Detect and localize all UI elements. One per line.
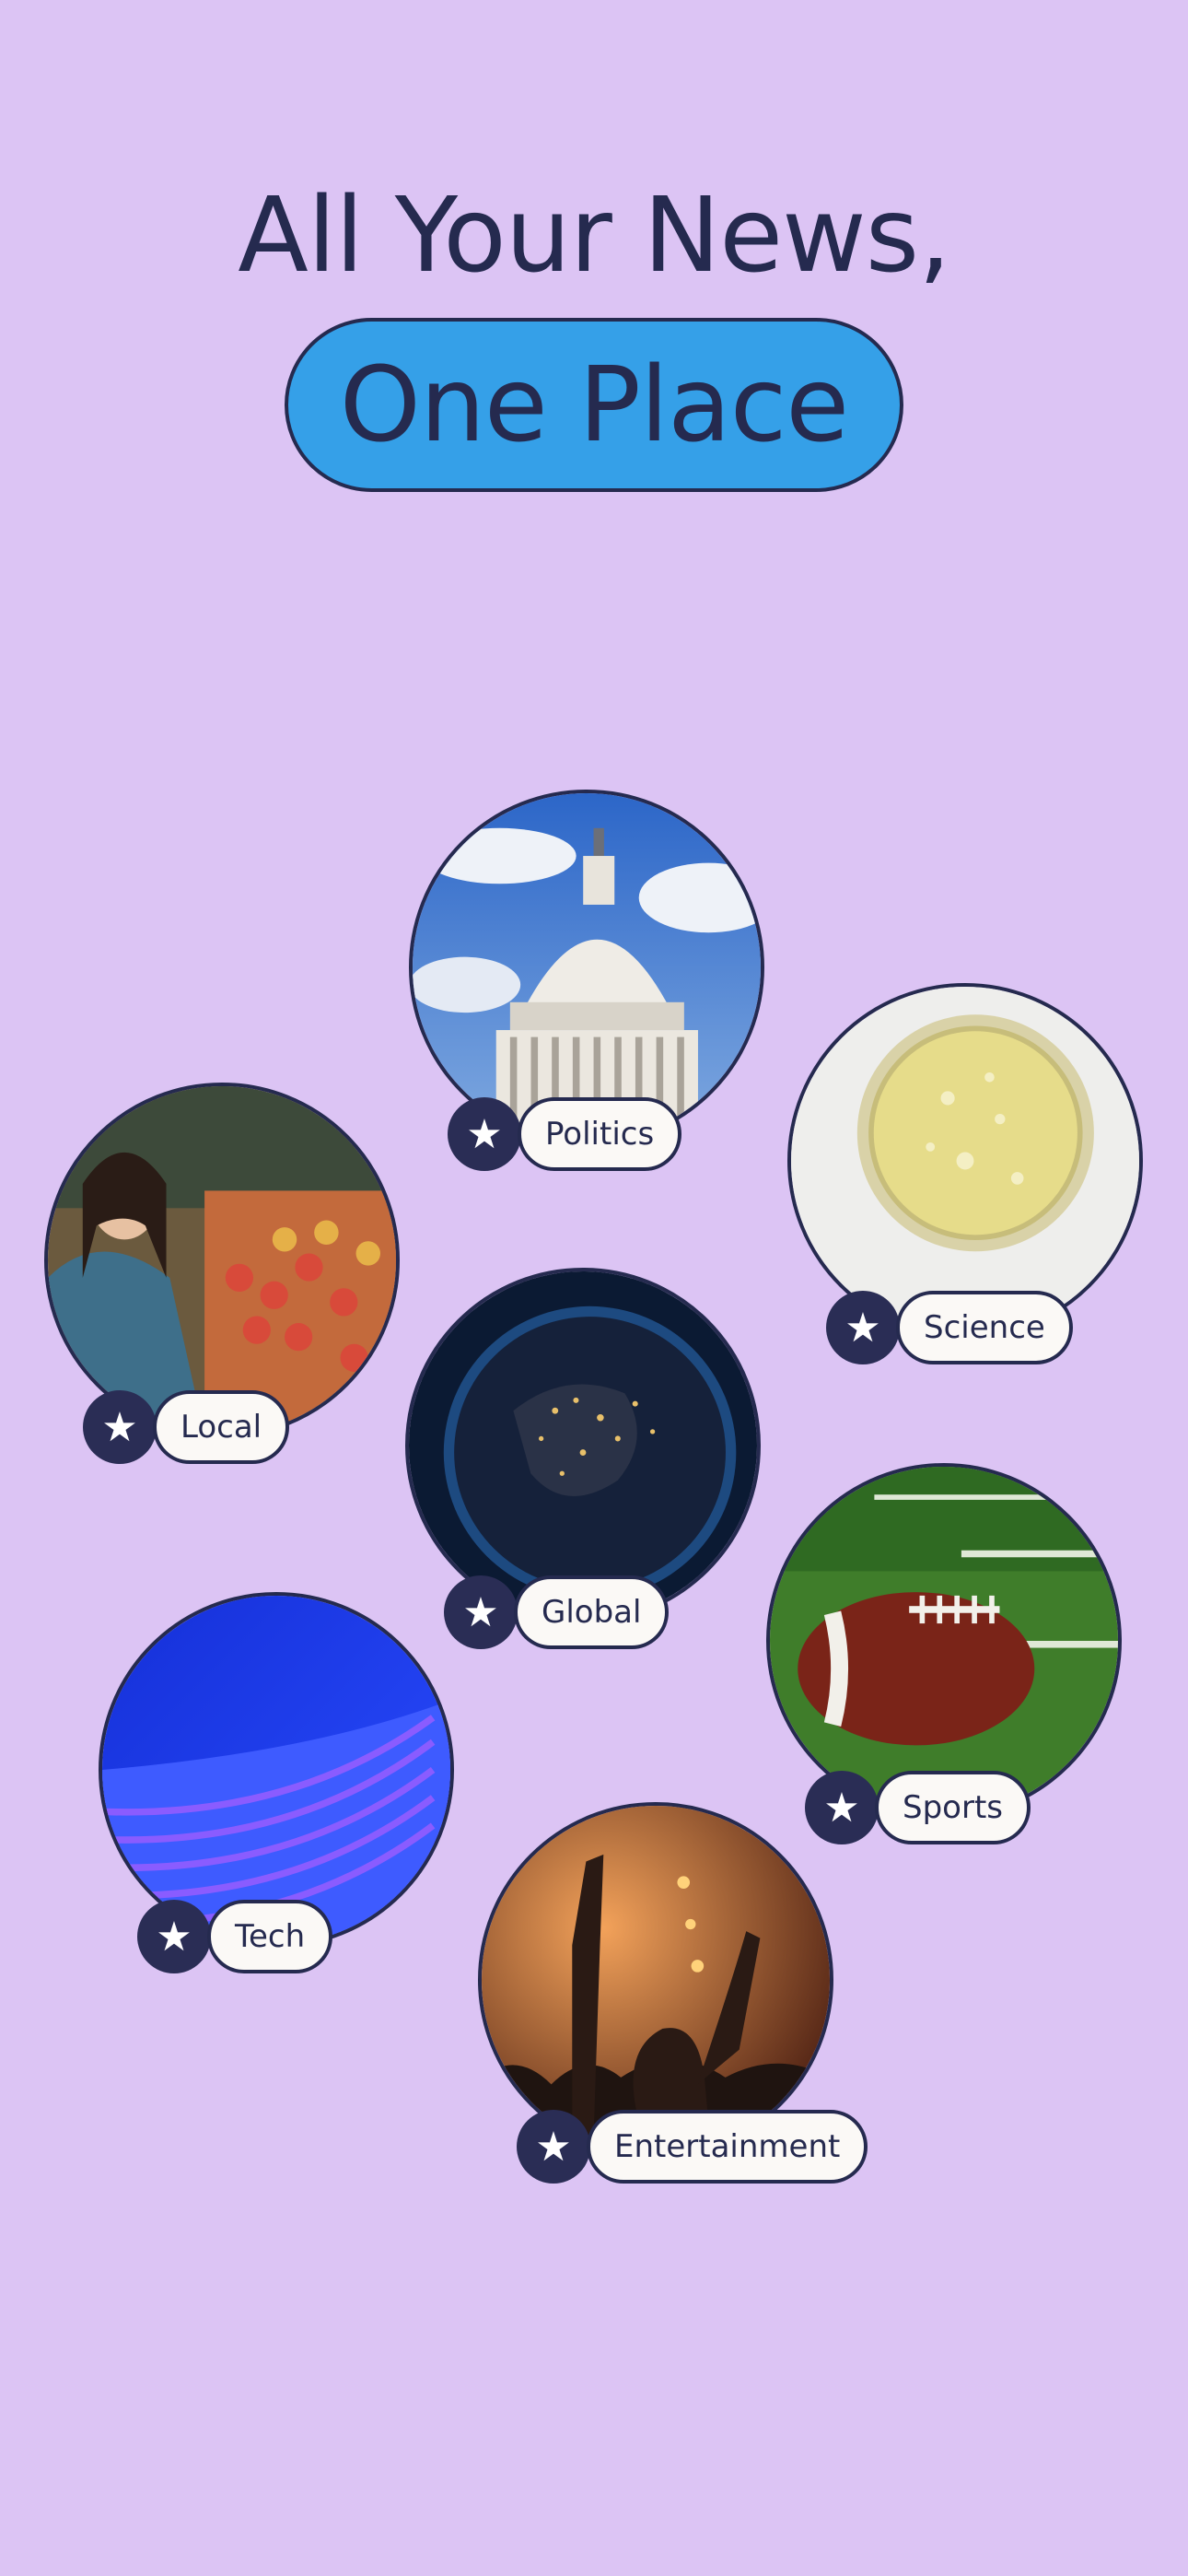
category-label: Global xyxy=(514,1575,670,1649)
category-local[interactable]: ★ Local xyxy=(44,1083,400,1469)
category-sports[interactable]: ★ Sports xyxy=(766,1463,1122,1850)
category-label: Politics xyxy=(518,1097,682,1171)
entertainment-image xyxy=(478,1802,833,2158)
category-entertainment[interactable]: ★ Entertainment xyxy=(478,1802,920,2189)
local-image xyxy=(44,1083,400,1438)
category-politics[interactable]: ★ Politics xyxy=(409,790,764,1177)
tech-image xyxy=(99,1592,454,1948)
star-icon[interactable]: ★ xyxy=(517,2110,590,2184)
category-tech[interactable]: ★ Tech xyxy=(99,1592,454,1979)
category-label: Science xyxy=(896,1291,1073,1364)
star-icon[interactable]: ★ xyxy=(826,1291,900,1364)
category-global[interactable]: ★ Global xyxy=(405,1268,761,1655)
star-icon[interactable]: ★ xyxy=(137,1900,211,1973)
headline-line-2: One Place xyxy=(339,345,849,465)
sports-image xyxy=(766,1463,1122,1819)
star-icon[interactable]: ★ xyxy=(444,1575,518,1649)
headline-highlight-pill: One Place xyxy=(285,318,903,492)
star-icon[interactable]: ★ xyxy=(448,1097,521,1171)
category-label: Tech xyxy=(207,1900,333,1973)
category-science[interactable]: ★ Science xyxy=(787,983,1143,1370)
category-label: Entertainment xyxy=(587,2110,868,2184)
science-image xyxy=(787,983,1143,1339)
star-icon[interactable]: ★ xyxy=(83,1390,157,1464)
headline-line-1: All Your News, xyxy=(238,176,950,296)
category-label: Local xyxy=(153,1390,290,1464)
global-image xyxy=(405,1268,761,1623)
politics-image xyxy=(409,790,764,1145)
